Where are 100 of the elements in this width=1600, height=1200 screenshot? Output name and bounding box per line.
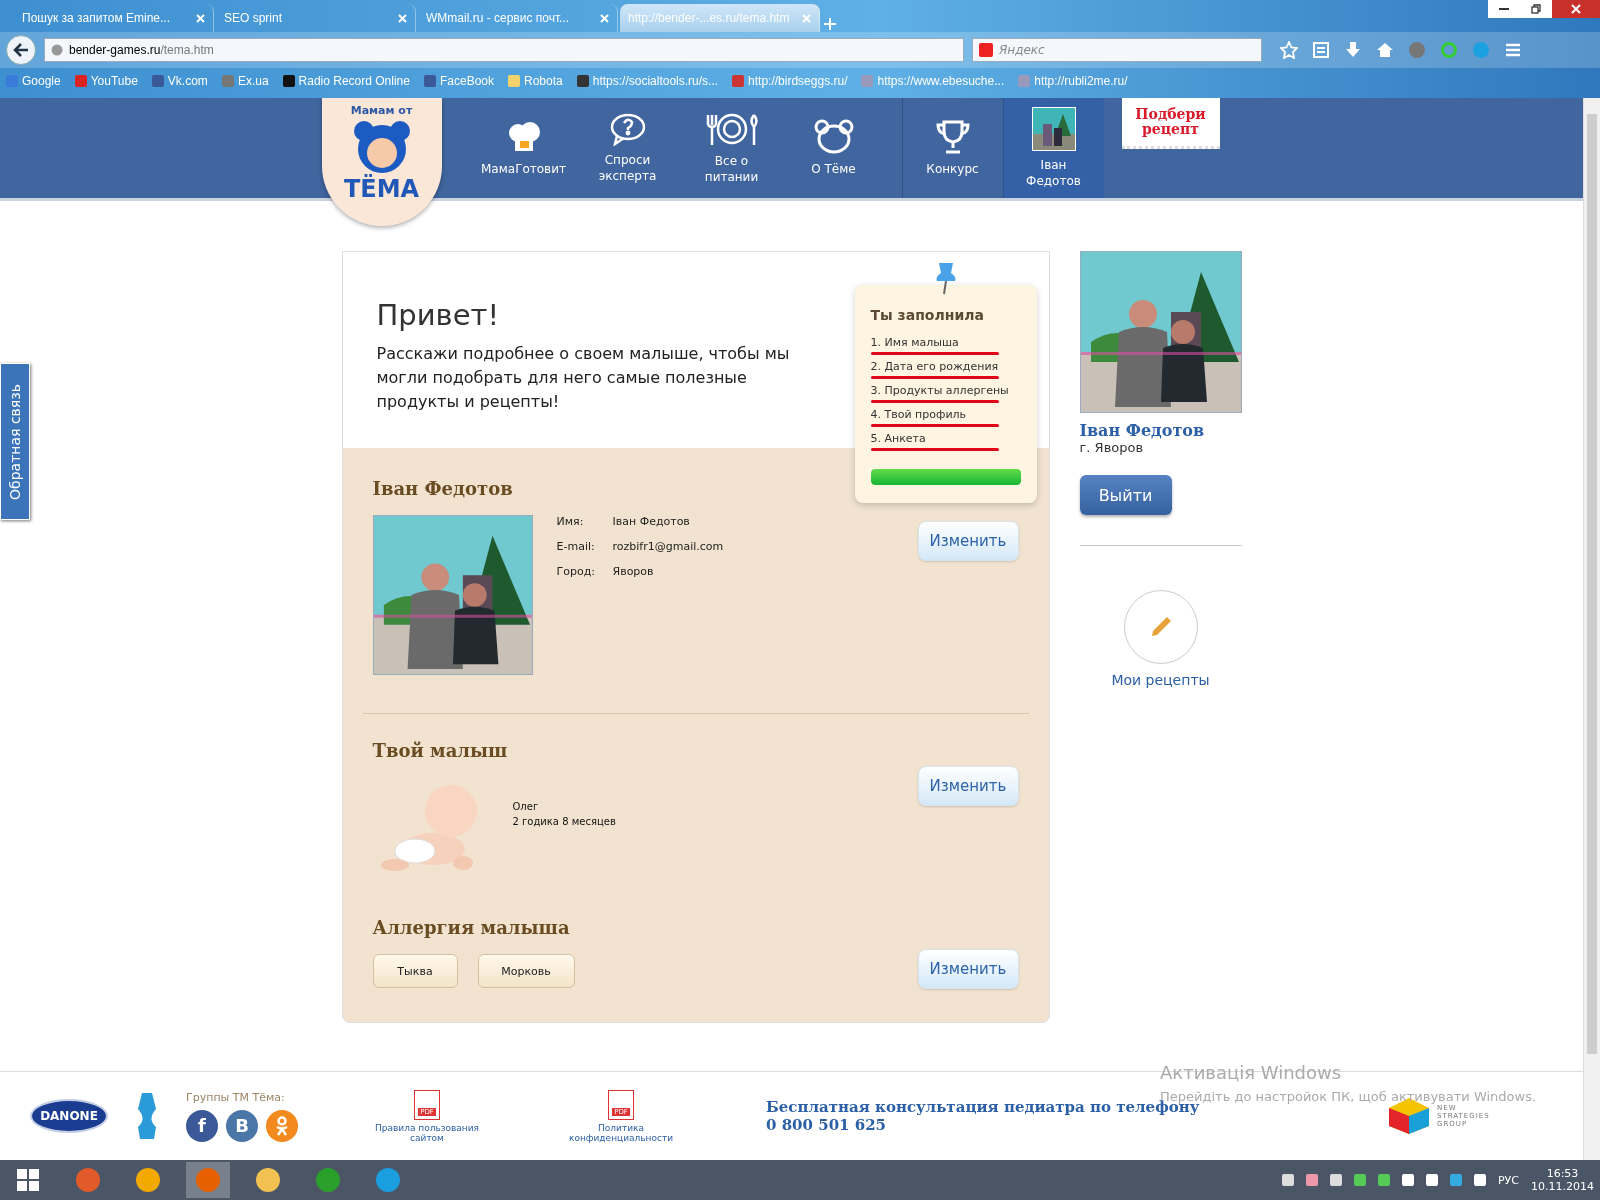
tray-icon[interactable] [1450, 1174, 1462, 1186]
bookmark-link[interactable]: Vk.com [151, 74, 208, 88]
list-icon [1312, 41, 1330, 59]
star-icon [1280, 41, 1298, 59]
bookmark-link[interactable]: Google [6, 74, 61, 88]
plus-icon [822, 16, 838, 32]
language-indicator[interactable]: РУС [1498, 1173, 1519, 1187]
groups-label: Группы ТМ Тёма: [186, 1090, 286, 1104]
bookmark-link[interactable]: https://socialtools.ru/s... [576, 74, 719, 88]
bookmark-link[interactable]: Robota [508, 74, 563, 88]
checklist-item: 1. Имя малыша [870, 335, 959, 350]
browser-tab[interactable]: Пошук за запитом Emine... [14, 4, 214, 32]
ring-icon [1440, 41, 1458, 59]
tray-icon[interactable] [1474, 1174, 1486, 1186]
bookmark-link[interactable]: http://birdseggs.ru/ [732, 74, 848, 88]
bookmark-link[interactable]: Radio Record Online [282, 74, 410, 88]
home-icon [1376, 41, 1394, 59]
section-heading: Твой малыш [372, 740, 508, 761]
nav-item[interactable]: Іван Федотов [1002, 98, 1104, 198]
download-icon [1344, 41, 1362, 59]
field-label: Имя: [556, 515, 585, 528]
nav-item[interactable]: Все о питании [679, 98, 784, 198]
feedback-tab[interactable]: Обратная связь [0, 363, 30, 520]
bookmark-link[interactable]: YouTube [74, 74, 138, 88]
logout-button[interactable]: Выйти [1079, 475, 1172, 515]
bookmark-link[interactable]: https://www.ebesuche... [861, 74, 1005, 88]
checklist-item: 5. Анкета [870, 431, 926, 446]
edit-button[interactable]: Изменить [917, 949, 1019, 989]
bear-head-icon [813, 119, 854, 155]
nav-item[interactable]: Спроси эксперта [575, 98, 680, 198]
field-value: Іван Федотов [612, 515, 691, 528]
recipe-promo-button[interactable]: Подбери рецепт [1121, 98, 1220, 149]
clock[interactable]: 16:53 10.11.2014 [1531, 1167, 1594, 1193]
baby-age: 2 годика 8 месяцев [512, 816, 616, 827]
edit-button[interactable]: Изменить [917, 766, 1019, 806]
allergen-tag: Тыква [372, 954, 458, 988]
tray-icon[interactable] [1426, 1174, 1438, 1186]
tray-icon[interactable] [1354, 1174, 1366, 1186]
greeting-text: Расскажи подробнее о своем малыше, чтобы мы могли подобрать для него самые полезные продукты и рецепты! [376, 343, 791, 413]
brand-logo: DANONE [30, 1099, 108, 1133]
allergen-tag: Морковь [477, 954, 575, 988]
my-recipes-link[interactable]: Мои рецепты [1111, 672, 1210, 688]
bookmark-link[interactable]: Ex.ua [221, 74, 269, 88]
nav-item[interactable]: Конкурс [901, 98, 1003, 198]
back-button[interactable] [6, 35, 36, 65]
restore-icon [1531, 4, 1541, 14]
field-label: E-mail: [556, 540, 596, 553]
user-name: Іван Федотов [1079, 421, 1206, 440]
field-value: rozbifr1@gmail.com [612, 540, 724, 553]
tray-icon[interactable] [1402, 1174, 1414, 1186]
app-icon [194, 1166, 222, 1194]
minimize-button[interactable] [1488, 0, 1520, 18]
close-icon [398, 13, 407, 23]
app-icon [314, 1166, 342, 1194]
checklist-item: 4. Твой профиль [870, 407, 967, 422]
checklist-item: 3. Продукты аллергены [870, 383, 1009, 398]
bookmark-link[interactable]: FaceBook [423, 74, 494, 88]
hotline-number: 0 800 501 625 [766, 1116, 888, 1134]
close-icon [600, 13, 609, 23]
close-icon [802, 13, 811, 23]
scrollbar[interactable] [1583, 98, 1600, 1160]
person-icon [274, 1115, 290, 1136]
baby-name: Олег [512, 801, 540, 812]
nav-item[interactable]: МамаГотовит [471, 98, 576, 198]
social-link[interactable]: f [186, 1109, 218, 1142]
close-icon [196, 13, 205, 23]
edit-button[interactable]: Изменить [917, 521, 1019, 561]
section-heading: Іван Федотов [372, 478, 513, 499]
site-logo[interactable]: Мамам от ТЁМА [321, 98, 442, 226]
user-city: г. Яворов [1079, 440, 1145, 455]
greeting-title: Привет! [376, 298, 499, 332]
activation-title: Активація Windows [1160, 1062, 1343, 1083]
back-arrow-icon [13, 43, 29, 57]
bookmark-link[interactable]: http://rubli2me.ru/ [1018, 74, 1128, 88]
tray-icon[interactable] [1282, 1174, 1294, 1186]
note-title: Ты заполнила [870, 307, 985, 323]
close-button[interactable] [1552, 0, 1600, 18]
nav-item[interactable]: О Тёме [783, 98, 884, 198]
trophy-icon [934, 119, 971, 155]
windows-icon [17, 1169, 39, 1191]
browser-tab[interactable]: SEO sprint [216, 4, 416, 32]
app-icon [254, 1166, 282, 1194]
social-link[interactable]: В [226, 1109, 258, 1142]
app-icon [74, 1166, 102, 1194]
tray-icon[interactable] [1378, 1174, 1390, 1186]
tray-icon[interactable] [1330, 1174, 1342, 1186]
restore-button[interactable] [1520, 0, 1552, 18]
search-field[interactable]: Яндекс [972, 38, 1262, 62]
field-value: Яворов [612, 565, 655, 578]
field-label: Город: [556, 565, 596, 578]
minimize-icon [1499, 8, 1509, 10]
odnoklassniki-link[interactable] [266, 1109, 298, 1142]
question-bubble-icon [608, 112, 647, 146]
menu-icon [1504, 41, 1522, 59]
address-bar[interactable]: bender-games.ru/tema.htm [44, 38, 964, 62]
tray-icon[interactable] [1306, 1174, 1318, 1186]
browser-tab[interactable]: WMmail.ru - сервис почт... [418, 4, 618, 32]
app-icon [134, 1166, 162, 1194]
close-icon [1571, 4, 1581, 14]
app-icon [374, 1166, 402, 1194]
